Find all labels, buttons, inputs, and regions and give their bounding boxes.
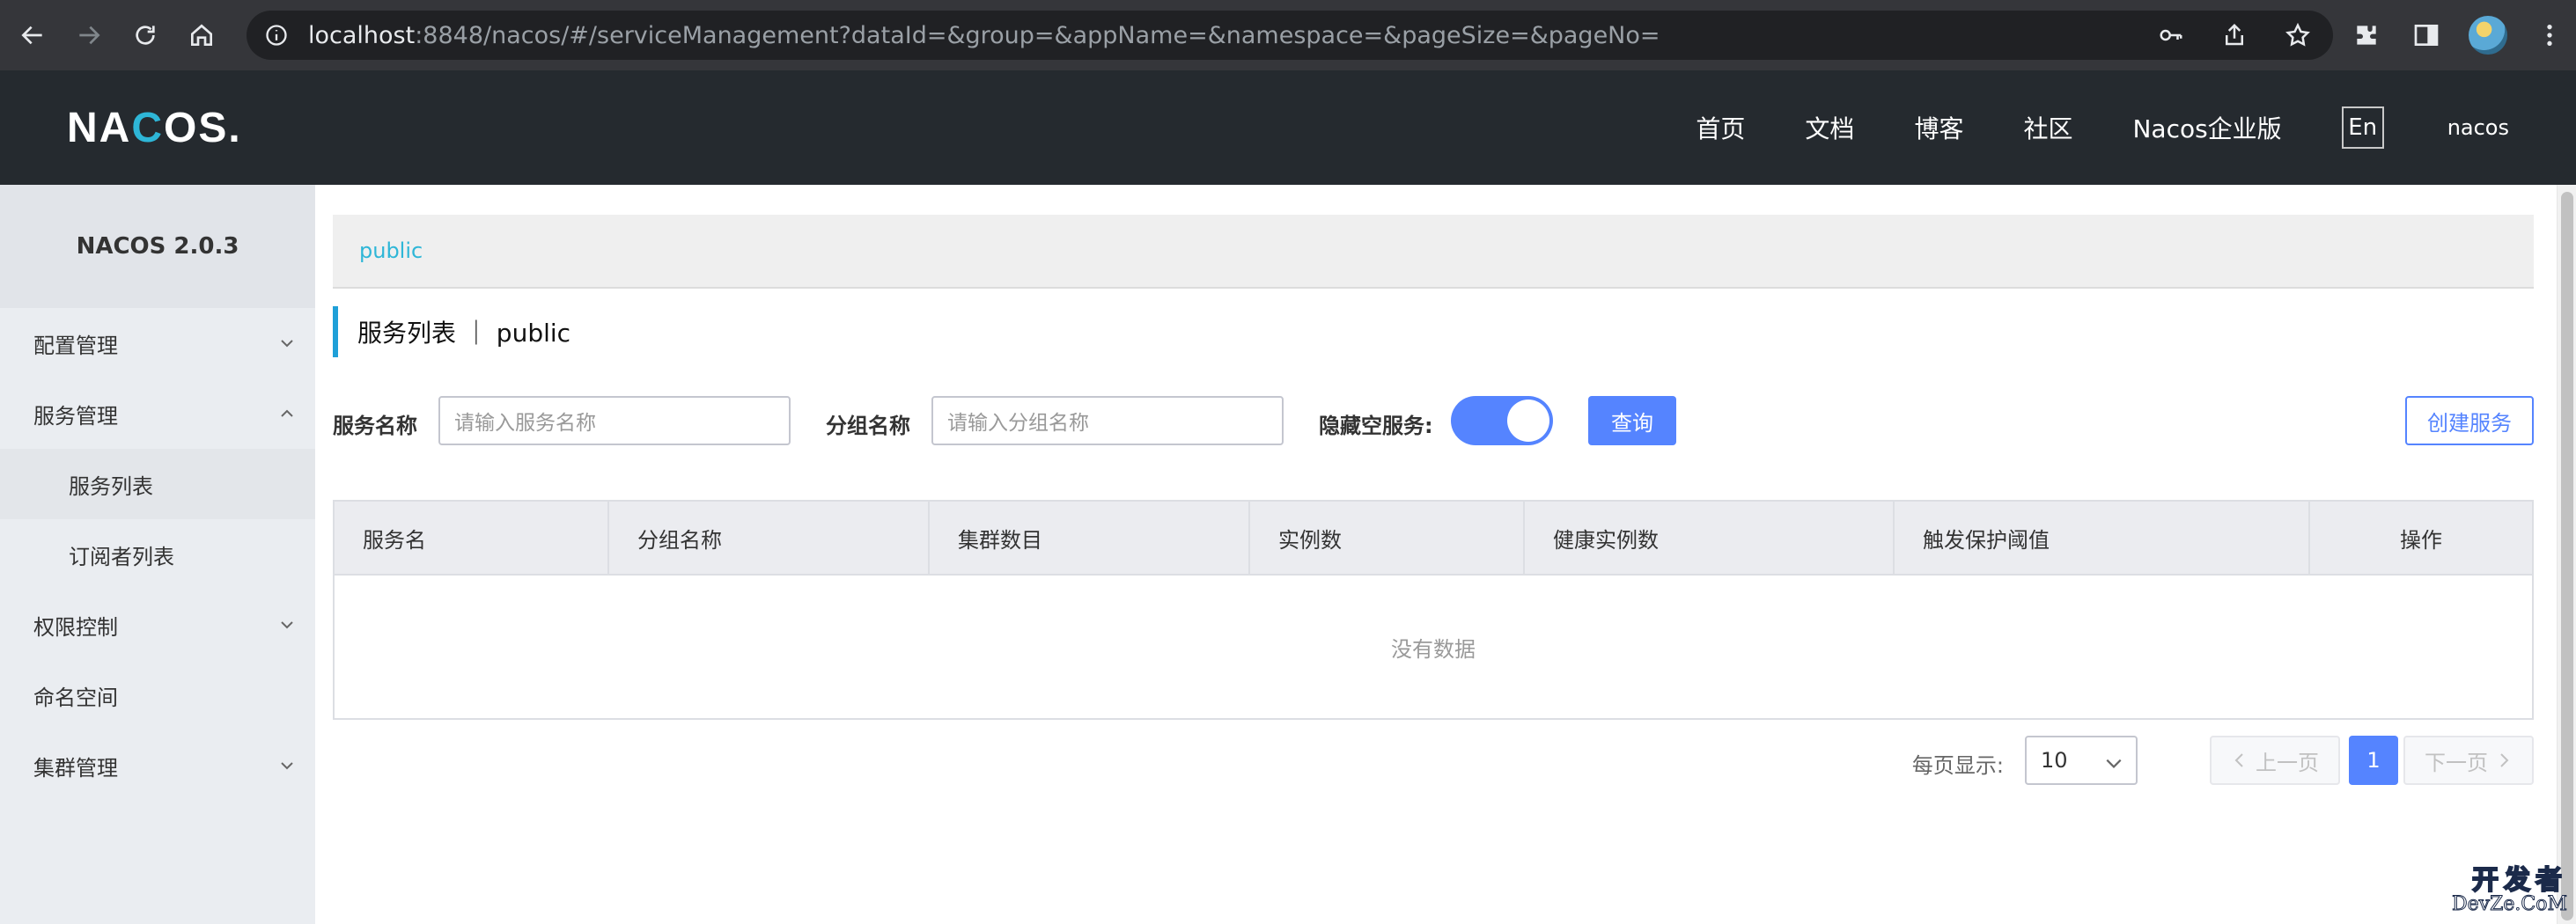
profile-avatar[interactable]: [2469, 16, 2507, 55]
table-empty: 没有数据: [1391, 636, 1476, 662]
page-size-select[interactable]: 10: [2025, 736, 2138, 785]
star-icon[interactable]: [2282, 19, 2314, 51]
service-table: 服务名 分组名称 集群数目 实例数 健康实例数 触发保护阈值 操作 没有数据: [333, 500, 2534, 720]
chevron-up-icon: [281, 409, 293, 417]
service-name-label: 服务名称: [333, 414, 417, 438]
sidebar-item-label: 服务列表: [69, 473, 153, 499]
chevron-right-icon: [2500, 753, 2509, 767]
group-name-input[interactable]: 请输入分组名称: [931, 396, 1284, 445]
home-icon: [191, 24, 212, 46]
main-content: public 服务列表 ｜ public 服务名称 请输入服务名称 分组名称 请…: [333, 215, 2534, 785]
more-vert-icon[interactable]: [2532, 11, 2567, 60]
nav-docs[interactable]: 文档: [1805, 110, 1854, 145]
namespace-tab-public[interactable]: public: [359, 238, 423, 263]
url-path: :8848/nacos/#/serviceManagement?dataId=&…: [415, 21, 1660, 49]
sidebar-item-config-management[interactable]: 配置管理: [0, 308, 315, 378]
next-page-button[interactable]: 下一页: [2403, 736, 2534, 785]
app-header: NACOS. 首页 文档 博客 社区 Nacos企业版 En nacos: [0, 70, 2576, 185]
arrow-right-icon: [79, 26, 100, 45]
page-number-current[interactable]: 1: [2349, 736, 2398, 785]
sidebar-item-label: 订阅者列表: [69, 544, 174, 569]
sidebar-item-label: 命名空间: [33, 685, 118, 710]
address-bar[interactable]: localhost:8848/nacos/#/serviceManagement…: [247, 11, 2333, 60]
service-name-input[interactable]: 请输入服务名称: [438, 396, 791, 445]
toggle-knob: [1507, 400, 1549, 442]
chevron-left-icon: [2234, 753, 2243, 767]
chevron-down-icon: [281, 762, 293, 770]
sidebar-item-label: 权限控制: [33, 614, 118, 640]
namespace-bar: public: [333, 215, 2534, 289]
watermark-line2: DevZe.CoM: [2452, 893, 2568, 915]
nav-community[interactable]: 社区: [2023, 110, 2072, 145]
chevron-down-icon: [2106, 759, 2122, 768]
page-size-label: 每页显示:: [1911, 753, 2004, 778]
page-title: 服务列表 ｜ public: [333, 306, 570, 357]
sidebar-item-label: 服务管理: [33, 403, 118, 429]
column-header[interactable]: 集群数目: [930, 502, 1250, 574]
scrollbar-thumb[interactable]: [2561, 192, 2573, 920]
reload-icon: [136, 26, 155, 45]
pagination: 每页显示: 10 上一页 1 下一页: [333, 736, 2534, 785]
next-page-label: 下一页: [2425, 750, 2488, 775]
info-icon[interactable]: [264, 23, 289, 48]
hide-empty-label: 隐藏空服务:: [1319, 414, 1433, 438]
hide-empty-toggle[interactable]: [1451, 396, 1553, 445]
query-button[interactable]: 查询: [1588, 396, 1676, 445]
share-icon[interactable]: [2219, 19, 2250, 51]
column-header[interactable]: 实例数: [1250, 502, 1525, 574]
sidebar-item-service-management[interactable]: 服务管理: [0, 378, 315, 449]
top-nav: 首页 文档 博客 社区 Nacos企业版 En nacos: [1696, 70, 2576, 185]
forward-button[interactable]: [65, 11, 113, 59]
prev-page-button[interactable]: 上一页: [2210, 736, 2340, 785]
side-panel-icon[interactable]: [2409, 11, 2444, 60]
sidebar-item-access-control[interactable]: 权限控制: [0, 590, 315, 660]
key-icon[interactable]: [2155, 19, 2187, 51]
chevron-down-icon: [281, 340, 293, 348]
url-text[interactable]: localhost:8848/nacos/#/serviceManagement…: [308, 22, 1660, 49]
column-header[interactable]: 操作: [2310, 502, 2532, 574]
nav-blog[interactable]: 博客: [1914, 110, 1963, 145]
sidebar-title: NACOS 2.0.3: [0, 185, 315, 308]
column-header[interactable]: 触发保护阈值: [1895, 502, 2310, 574]
nav-enterprise[interactable]: Nacos企业版: [2132, 110, 2281, 145]
nav-home[interactable]: 首页: [1696, 110, 1745, 145]
user-menu[interactable]: nacos: [2447, 115, 2509, 140]
sidebar-item-service-list[interactable]: 服务列表: [0, 449, 315, 519]
home-button[interactable]: [178, 11, 225, 59]
page-scrollbar[interactable]: [2557, 185, 2576, 924]
create-service-button[interactable]: 创建服务: [2405, 396, 2534, 445]
group-name-label: 分组名称: [826, 414, 910, 438]
reload-button[interactable]: [121, 11, 169, 59]
column-header[interactable]: 服务名: [335, 502, 609, 574]
sidebar-item-subscriber-list[interactable]: 订阅者列表: [0, 519, 315, 590]
browser-toolbar: localhost:8848/nacos/#/serviceManagement…: [0, 0, 2576, 70]
sidebar-item-namespace[interactable]: 命名空间: [0, 660, 315, 730]
watermark: 开发者 DevZe.CoM: [2435, 865, 2568, 919]
url-host: localhost: [308, 21, 416, 49]
column-header[interactable]: 健康实例数: [1525, 502, 1895, 574]
watermark-line1: 开发者: [2471, 865, 2567, 896]
prev-page-label: 上一页: [2256, 750, 2319, 775]
puzzle-icon[interactable]: [2349, 11, 2384, 60]
back-button[interactable]: [9, 11, 56, 59]
table-header: 服务名 分组名称 集群数目 实例数 健康实例数 触发保护阈值 操作: [335, 502, 2532, 576]
sidebar-item-label: 配置管理: [33, 333, 118, 358]
column-header[interactable]: 分组名称: [609, 502, 930, 574]
sidebar-item-label: 集群管理: [33, 755, 118, 781]
filter-bar: 服务名称 请输入服务名称 分组名称 请输入分组名称 隐藏空服务: 查询 创建服务: [333, 396, 2534, 445]
arrow-left-icon: [21, 26, 42, 45]
nacos-logo[interactable]: NACOS.: [67, 104, 242, 152]
chevron-down-icon: [281, 621, 293, 629]
sidebar-item-cluster-management[interactable]: 集群管理: [0, 730, 315, 801]
page-size-value: 10: [2041, 748, 2068, 773]
language-switch-button[interactable]: En: [2341, 106, 2384, 149]
sidebar: NACOS 2.0.3 配置管理 服务管理 服务列表 订阅者列表 权限控制 命名…: [0, 185, 315, 924]
